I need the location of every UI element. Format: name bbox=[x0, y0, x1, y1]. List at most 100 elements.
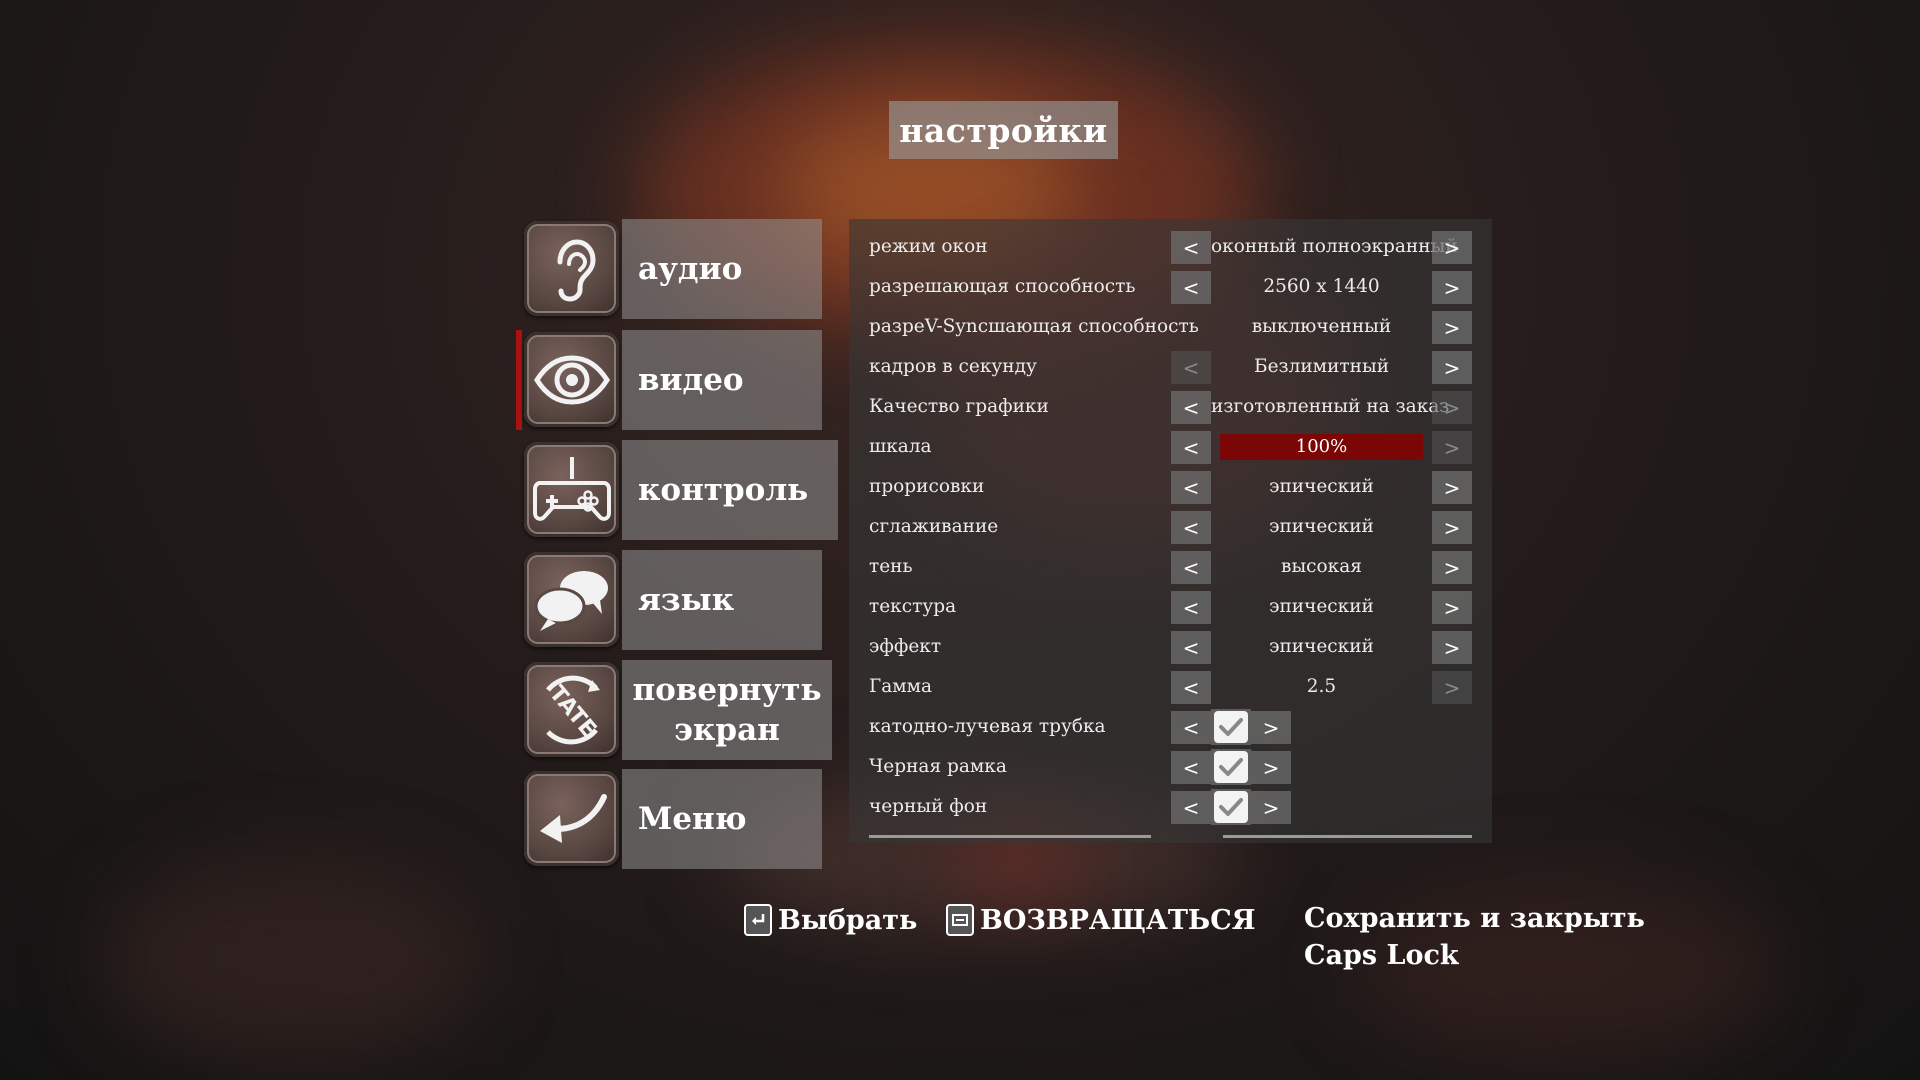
setting-label: сглаживание bbox=[869, 516, 999, 537]
setting-label: текстура bbox=[869, 596, 957, 617]
setting-row-window-mode: режим окон < оконный полноэкранный > bbox=[849, 227, 1492, 267]
next-arrow-button[interactable]: > bbox=[1432, 311, 1472, 344]
setting-label: разрешающая способность bbox=[869, 276, 1136, 297]
setting-row-black-background: черный фон < > bbox=[849, 787, 1492, 827]
prev-arrow-button[interactable]: < bbox=[1171, 551, 1211, 584]
prev-arrow-button[interactable]: < bbox=[1171, 471, 1211, 504]
tab-language-label: язык bbox=[622, 550, 822, 650]
setting-row-black-frame: Черная рамка < > bbox=[849, 747, 1492, 787]
setting-value: эпический bbox=[1269, 636, 1374, 657]
crt-checkbox[interactable] bbox=[1211, 709, 1251, 745]
setting-value: изготовленный на заказ bbox=[1211, 396, 1450, 417]
next-arrow-button[interactable]: > bbox=[1432, 631, 1472, 664]
checkmark-icon bbox=[1219, 758, 1243, 776]
save-and-close-hint[interactable]: Сохранить и закрыть Caps Lock bbox=[1304, 900, 1645, 974]
prev-arrow-button[interactable]: < bbox=[1171, 231, 1211, 264]
tab-video-label: видео bbox=[622, 330, 822, 430]
select-hint-label: Выбрать bbox=[778, 904, 918, 936]
next-arrow-button[interactable]: > bbox=[1432, 231, 1472, 264]
setting-row-scale: шкала < 100% > bbox=[849, 427, 1492, 467]
prev-arrow-button[interactable]: < bbox=[1171, 671, 1211, 704]
scroll-indicator-right bbox=[1223, 835, 1472, 838]
prev-arrow-button[interactable]: < bbox=[1171, 511, 1211, 544]
back-arrow-icon bbox=[524, 771, 619, 866]
setting-value: выключенный bbox=[1251, 316, 1392, 337]
save-and-close-label: Сохранить и закрыть bbox=[1304, 903, 1645, 934]
setting-label: режим окон bbox=[869, 236, 988, 257]
prev-arrow-button[interactable]: < bbox=[1171, 631, 1211, 664]
setting-row-gamma: Гамма < 2.5 > bbox=[849, 667, 1492, 707]
black-background-checkbox[interactable] bbox=[1211, 789, 1251, 825]
setting-label: эффект bbox=[869, 636, 942, 657]
setting-label: разреV-Syncшающая способность bbox=[869, 316, 1199, 337]
speech-bubbles-icon bbox=[524, 552, 619, 647]
video-settings-panel: режим окон < оконный полноэкранный > раз… bbox=[849, 219, 1492, 843]
tab-video[interactable]: видео bbox=[524, 330, 824, 430]
prev-arrow-button[interactable]: < bbox=[1171, 791, 1211, 824]
next-arrow-button[interactable]: > bbox=[1432, 351, 1472, 384]
setting-row-vsync: разреV-Syncшающая способность выключенны… bbox=[849, 307, 1492, 347]
save-key-label: Caps Lock bbox=[1304, 940, 1459, 971]
setting-row-shadow: тень < высокая > bbox=[849, 547, 1492, 587]
page-title: настройки bbox=[889, 101, 1118, 159]
setting-label: Качество графики bbox=[869, 396, 1049, 417]
setting-value: эпический bbox=[1269, 516, 1374, 537]
next-arrow-button[interactable]: > bbox=[1432, 391, 1472, 424]
enter-key-icon bbox=[744, 904, 772, 936]
setting-row-fps: кадров в секунду < Безлимитный > bbox=[849, 347, 1492, 387]
prev-arrow-button[interactable]: < bbox=[1171, 711, 1211, 744]
tab-controls-label: контроль bbox=[622, 440, 838, 540]
scale-slider[interactable]: 100% bbox=[1220, 434, 1423, 460]
tab-menu-label: Меню bbox=[622, 769, 822, 869]
tab-audio[interactable]: аудио bbox=[524, 219, 824, 319]
next-arrow-button[interactable]: > bbox=[1432, 551, 1472, 584]
tab-controls[interactable]: контроль bbox=[524, 440, 838, 540]
next-arrow-button[interactable]: > bbox=[1251, 791, 1291, 824]
setting-value: эпический bbox=[1269, 596, 1374, 617]
next-arrow-button[interactable]: > bbox=[1251, 711, 1291, 744]
scroll-indicator-left bbox=[869, 835, 1151, 838]
setting-row-texture: текстура < эпический > bbox=[849, 587, 1492, 627]
gamepad-icon bbox=[524, 442, 619, 537]
setting-label: катодно-лучевая трубка bbox=[869, 716, 1106, 737]
black-frame-checkbox[interactable] bbox=[1211, 749, 1251, 785]
back-hint[interactable]: ВОЗВРАЩАТЬСЯ bbox=[946, 904, 1256, 936]
setting-value: 2560 x 1440 bbox=[1263, 276, 1380, 297]
next-arrow-button[interactable]: > bbox=[1432, 511, 1472, 544]
setting-label: шкала bbox=[869, 436, 932, 457]
prev-arrow-button[interactable]: < bbox=[1171, 431, 1211, 464]
scale-value: 100% bbox=[1295, 436, 1348, 457]
next-arrow-button[interactable]: > bbox=[1251, 751, 1291, 784]
tab-rotate-screen-label: повернуть экран bbox=[622, 660, 832, 760]
prev-arrow-button[interactable]: < bbox=[1171, 751, 1211, 784]
prev-arrow-button[interactable]: < bbox=[1171, 391, 1211, 424]
ear-icon bbox=[524, 221, 619, 316]
setting-label: Гамма bbox=[869, 676, 933, 697]
tate-rotate-icon: TATE bbox=[524, 662, 619, 757]
next-arrow-button[interactable]: > bbox=[1432, 591, 1472, 624]
setting-value: Безлимитный bbox=[1253, 356, 1390, 377]
tab-rotate-screen[interactable]: TATE повернуть экран bbox=[524, 660, 832, 760]
next-arrow-button[interactable]: > bbox=[1432, 271, 1472, 304]
prev-arrow-button[interactable]: < bbox=[1171, 351, 1211, 384]
tab-language[interactable]: язык bbox=[524, 550, 824, 650]
checkmark-icon bbox=[1219, 798, 1243, 816]
prev-arrow-button[interactable]: < bbox=[1171, 591, 1211, 624]
setting-label: Черная рамка bbox=[869, 756, 1007, 777]
setting-label: кадров в секунду bbox=[869, 356, 1037, 377]
prev-arrow-button[interactable]: < bbox=[1171, 271, 1211, 304]
setting-row-antialiasing: сглаживание < эпический > bbox=[849, 507, 1492, 547]
select-hint[interactable]: Выбрать bbox=[744, 904, 917, 936]
setting-row-graphics-quality: Качество графики < изготовленный на зака… bbox=[849, 387, 1492, 427]
tab-menu[interactable]: Меню bbox=[524, 769, 824, 869]
setting-value: высокая bbox=[1281, 556, 1362, 577]
next-arrow-button[interactable]: > bbox=[1432, 471, 1472, 504]
setting-label: черный фон bbox=[869, 796, 988, 817]
setting-row-resolution: разрешающая способность < 2560 x 1440 > bbox=[849, 267, 1492, 307]
next-arrow-button[interactable]: > bbox=[1432, 671, 1472, 704]
setting-value: эпический bbox=[1269, 476, 1374, 497]
checkmark-icon bbox=[1219, 718, 1243, 736]
next-arrow-button[interactable]: > bbox=[1432, 431, 1472, 464]
setting-row-draw-distance: прорисовки < эпический > bbox=[849, 467, 1492, 507]
setting-row-effect: эффект < эпический > bbox=[849, 627, 1492, 667]
